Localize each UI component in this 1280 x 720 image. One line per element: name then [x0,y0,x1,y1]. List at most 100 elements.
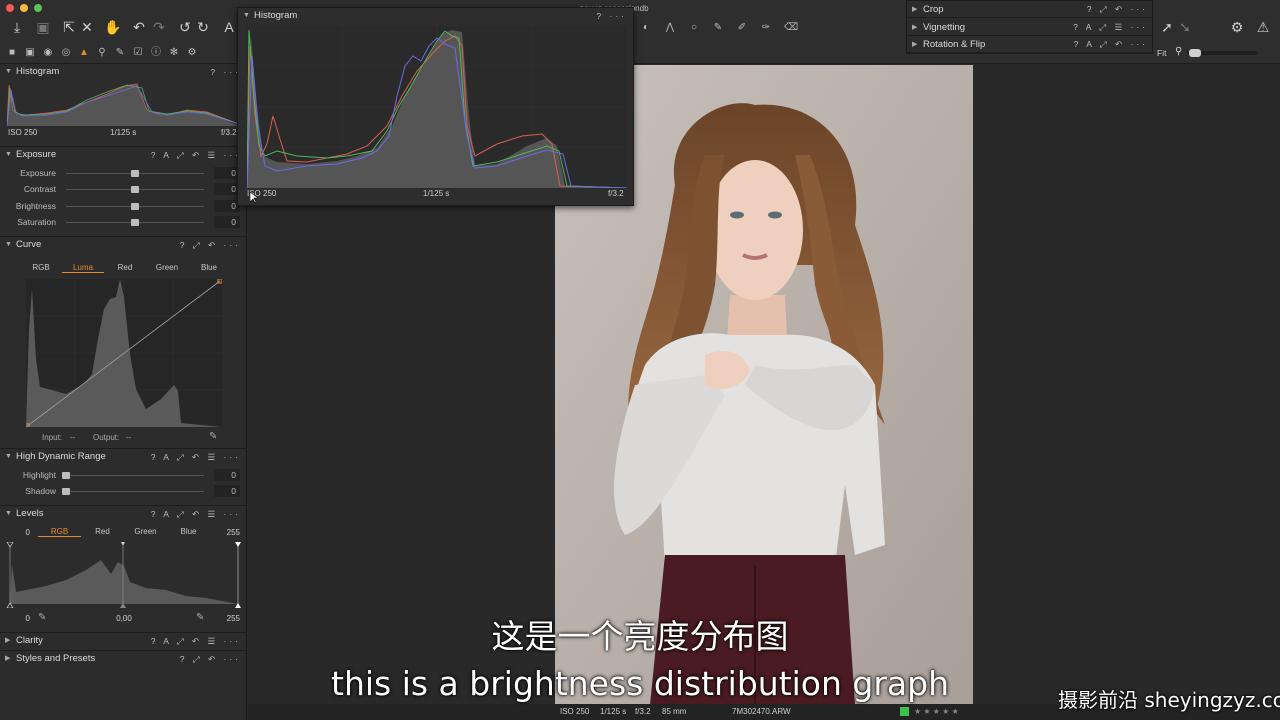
channel-tab-red[interactable]: Red [104,263,146,272]
zoom-fit-label[interactable]: Fit [1157,48,1166,58]
chevron-down-icon[interactable]: ▼ [5,449,12,465]
curve-graph[interactable] [26,279,222,427]
floating-tool-row-rotation-flip[interactable]: ▶ Rotation & Flip ? A ⤢ ↶ ··· [907,36,1154,54]
floating-histogram-header[interactable]: ▼ Histogram ? ··· [238,8,633,25]
floating-tool-controls[interactable]: ? A ⤢ ↶ ··· [1074,36,1148,53]
chevron-down-icon[interactable]: ▼ [243,8,250,24]
star-rating[interactable]: ★ ★ ★ ★ ★ [914,704,959,720]
histogram-panel: ▼ Histogram ? ··· ISO 250 1/125 s f/3.2 [0,64,247,144]
channel-tab-luma[interactable]: Luma [62,263,104,273]
capture-tab-icon[interactable]: ▣ [24,47,36,59]
reset-icon[interactable]: ↺ [176,18,194,36]
zoom-slider[interactable] [1187,49,1257,57]
slider-knob[interactable] [131,218,139,226]
redo-icon[interactable]: ↷ [150,18,168,36]
chevron-down-icon[interactable]: ▼ [5,237,12,253]
histogram-panel-header[interactable]: ▼ Histogram ? ··· [0,64,247,80]
slider-knob[interactable] [62,472,70,479]
color-tab-icon[interactable]: ◎ [60,47,72,59]
brush-tab-icon[interactable]: ✎ [114,47,126,59]
search-icon[interactable]: ⚲ [96,47,108,59]
chevron-right-icon[interactable]: ▶ [912,19,917,36]
curve-panel: ▼ Curve ? ⤢ ↶ ··· RGB Luma Red Green Blue In… [0,236,247,446]
chevron-down-icon[interactable]: ▼ [5,147,12,163]
slider-knob[interactable] [131,186,139,194]
floating-tool-controls[interactable]: ? ⤢ ↶ ··· [1087,1,1148,18]
channel-tab-green[interactable]: Green [124,527,167,536]
channel-tab-blue[interactable]: Blue [167,527,210,536]
zoom-window-button[interactable] [34,4,42,12]
cursor-tool-icon[interactable]: ➚ [1158,18,1176,36]
settings-icon[interactable]: ⚙ [1228,18,1246,36]
exposure-tab-icon[interactable]: ▲ [78,47,90,59]
floating-histogram-aperture: f/3.2 [608,189,624,198]
floating-tool-controls[interactable]: ? A ⤢ ☰ ··· [1073,19,1148,36]
channel-tab-rgb[interactable]: RGB [20,263,62,272]
slider-label: Contrast [23,184,56,195]
exposure-panel-header[interactable]: ▼ Exposure ? A ⤢ ↶ ☰ ··· [0,147,247,163]
slider-track[interactable] [66,491,204,493]
slider-knob[interactable] [131,170,139,177]
warning-icon[interactable]: ⚠ [1254,18,1272,36]
floating-histogram-controls[interactable]: ? ··· [596,8,627,24]
color-tag-badge[interactable] [900,707,909,716]
picker-tool-icon[interactable]: ✑ [760,22,772,34]
chevron-right-icon[interactable]: ▶ [912,36,917,53]
erase-tool-icon[interactable]: ✐ [736,22,748,34]
curve-panel-controls[interactable]: ? ⤢ ↶ ··· [180,237,241,253]
slider-row: Brightness 0 [0,198,247,214]
chevron-right-icon[interactable]: ▶ [912,1,917,18]
levels-channel-tabs: RGB Red Green Blue [38,527,210,539]
floating-tool-row-crop[interactable]: ▶ Crop ? ⤢ ↶ ··· [907,1,1154,18]
levels-input-high[interactable]: 255 [214,528,240,537]
channel-tab-blue[interactable]: Blue [188,263,230,272]
floating-histogram-window[interactable]: ▼ Histogram ? ··· ISO 250 1/125 s f/3.2 [237,7,634,206]
slider-value-field[interactable]: 0 [214,469,240,481]
eyedropper-icon[interactable]: ✎ [209,431,217,442]
channel-tab-red[interactable]: Red [81,527,124,536]
eraser-tool-icon[interactable]: ⌫ [784,22,798,34]
undo-icon[interactable]: ↶ [130,18,148,36]
pointer-tool-icon[interactable]: ➘ [1176,18,1194,36]
channel-tab-rgb[interactable]: RGB [38,527,81,537]
levels-panel-header[interactable]: ▼ Levels ? A ⤢ ↶ ☰ ··· [0,506,247,522]
library-tab-icon[interactable]: ■ [6,47,18,59]
rotate-tool-icon[interactable]: ◐ [640,22,652,34]
slider-track[interactable] [66,475,204,476]
levels-panel-controls[interactable]: ? A ⤢ ↶ ☰ ··· [151,506,241,522]
close-window-button[interactable] [6,4,14,12]
lens-tab-icon[interactable]: ◉ [42,47,54,59]
floating-tool-row-vignetting[interactable]: ▶ Vignetting ? A ⤢ ☰ ··· [907,19,1154,36]
export-icon[interactable]: ⇱ [60,18,78,36]
keystone-tool-icon[interactable]: ⋀ [664,22,676,34]
chevron-down-icon[interactable]: ▼ [5,506,12,522]
hdr-panel-header[interactable]: ▼ High Dynamic Range ? A ⤢ ↶ ☰ ··· [0,449,247,465]
zoom-slider-knob[interactable] [1189,49,1201,57]
levels-input-low[interactable]: 0 [10,528,30,537]
slider-value-field[interactable]: 0 [214,485,240,498]
rotate-icon[interactable]: ↻ [194,18,212,36]
chevron-down-icon[interactable]: ▼ [5,64,12,80]
batch-tab-icon[interactable]: ⚙ [186,47,198,59]
spot-tool-icon[interactable]: ○ [688,22,700,34]
slider-knob[interactable] [131,202,139,210]
channel-tab-green[interactable]: Green [146,263,188,272]
adjustments-tab-icon[interactable]: ☑ [132,47,144,59]
text-tool-icon[interactable]: A [220,18,238,36]
brush-tool-icon[interactable]: ✎ [712,22,724,34]
curve-panel-header[interactable]: ▼ Curve ? ⤢ ↶ ··· [0,237,247,253]
gear-icon[interactable]: ✻ [168,47,180,59]
import-icon[interactable]: ⤓ [8,18,26,36]
slider-knob[interactable] [62,488,70,496]
info-icon[interactable]: ⓘ [150,47,162,59]
histogram-aperture: f/3.2 [221,128,237,137]
hdr-panel-controls[interactable]: ? A ⤢ ↶ ☰ ··· [151,449,241,465]
delete-icon[interactable]: ✕ [78,18,96,36]
exposure-panel-controls[interactable]: ? A ⤢ ↶ ☰ ··· [151,147,241,163]
minimize-window-button[interactable] [20,4,28,12]
camera-icon[interactable]: ▣ [34,18,52,36]
zoom-icon[interactable]: ⚲ [1175,46,1182,57]
slider-value-field[interactable]: 0 [214,215,240,228]
levels-graph[interactable] [6,542,242,608]
hand-icon[interactable]: ✋ [104,18,122,36]
